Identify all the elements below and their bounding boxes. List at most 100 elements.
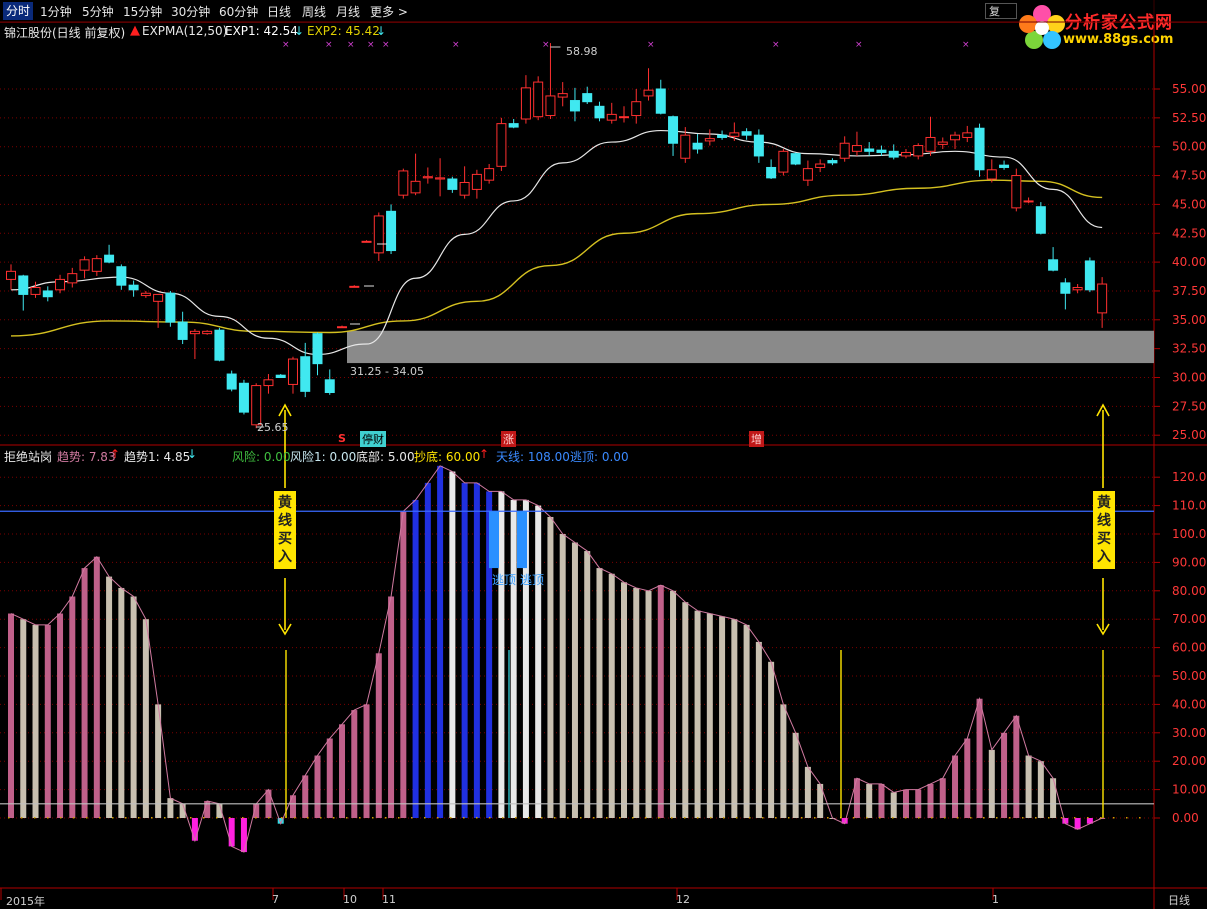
- price-tick-label: 42.50: [1172, 226, 1206, 240]
- zero-dot: [528, 817, 530, 819]
- zero-dot: [801, 817, 803, 819]
- zero-dot: [190, 817, 192, 819]
- event-x-marker: ×: [647, 40, 655, 50]
- candle-body-down: [226, 373, 237, 390]
- date-year-label: 2015年: [6, 895, 45, 908]
- indicator-bar: [437, 465, 444, 818]
- zero-dot: [307, 817, 309, 819]
- price-tick-label: 30.00: [1172, 371, 1206, 385]
- zero-dot: [957, 817, 959, 819]
- candle-body-up: [349, 285, 360, 288]
- candle-body-up: [202, 330, 213, 335]
- indicator-tick-label: 70.00: [1172, 612, 1206, 626]
- price-tick-label: 25.00: [1172, 428, 1206, 442]
- tianxian-value: 天线: 108.00: [496, 450, 570, 464]
- escape-bar: [489, 511, 499, 569]
- indicator-bar: [682, 602, 689, 818]
- zero-dot: [151, 817, 153, 819]
- zero-dot: [775, 817, 777, 819]
- price-tick-label: 50.00: [1172, 140, 1206, 154]
- candle-body-up: [778, 150, 789, 173]
- indicator-bar: [44, 624, 51, 818]
- indicator-bar: [388, 596, 395, 818]
- indicator-tick-label: 0.00: [1172, 811, 1199, 825]
- candle-body-up: [140, 292, 151, 297]
- zero-dot: [892, 817, 894, 819]
- zero-dot: [34, 817, 36, 819]
- zero-dot: [268, 817, 270, 819]
- event-s-mark[interactable]: S: [336, 432, 348, 445]
- indicator-bar: [731, 619, 738, 818]
- indicator-title: 拒绝站岗: [4, 450, 53, 464]
- indicator-bar: [719, 616, 726, 818]
- zero-dot: [996, 817, 998, 819]
- zero-dot: [502, 817, 504, 819]
- indicator-bar: [743, 624, 750, 818]
- candle-body-down: [594, 105, 605, 119]
- indicator-bar: [81, 568, 88, 818]
- candle-body-up: [802, 168, 813, 181]
- candle-body-down: [974, 127, 985, 171]
- event-x-marker: ×: [382, 40, 390, 50]
- zero-dot: [1048, 817, 1050, 819]
- indicator-bar: [952, 755, 959, 818]
- indicator-bar: [792, 732, 799, 818]
- zero-dot: [1074, 817, 1076, 819]
- indicator-bar: [289, 795, 296, 818]
- escape-label-2: 逃顶: [520, 573, 545, 587]
- candle-body-down: [324, 379, 335, 394]
- event-tingcai-mark[interactable]: 停财: [360, 431, 386, 447]
- candle-body-up: [484, 168, 495, 181]
- price-tick-label: 52.50: [1172, 111, 1206, 125]
- candle-body-down: [717, 134, 728, 138]
- candle-body-up: [619, 116, 629, 119]
- indicator-bar: [768, 661, 775, 818]
- indicator-bar: [1074, 818, 1081, 830]
- indicator-bar: [670, 590, 677, 818]
- down-arrow-icon: ↓: [376, 24, 387, 38]
- indicator-bar: [240, 818, 247, 853]
- zero-dot: [736, 817, 738, 819]
- candle-body-up: [950, 134, 961, 141]
- candle-body-up: [496, 123, 507, 167]
- date-month-11: 11: [382, 893, 396, 906]
- escape-bar: [517, 511, 527, 569]
- indicator-bar: [866, 783, 873, 818]
- indicator-tick-label: 90.00: [1172, 555, 1206, 569]
- event-x-marker: ×: [855, 40, 863, 50]
- zero-dot: [450, 817, 452, 819]
- date-month-1: 1: [992, 893, 999, 906]
- candle-body-down: [300, 356, 311, 392]
- zero-dot: [1022, 817, 1024, 819]
- zero-dot: [216, 817, 218, 819]
- indicator-bar: [780, 704, 787, 818]
- zero-dot: [879, 817, 881, 819]
- bottom-value: 底部: 5.00: [356, 450, 415, 464]
- zero-dot: [983, 817, 985, 819]
- indicator-axis: 120.0 110.0 100.0 90.00 80.00 70.00 60.00 50.00…: [1154, 470, 1206, 825]
- risk-value: 风险: 0.00: [232, 450, 291, 464]
- zero-dot: [138, 817, 140, 819]
- trend1-value: 趋势1: 4.85: [124, 450, 191, 464]
- indicator-bar: [424, 482, 431, 818]
- zero-dot: [21, 817, 23, 819]
- event-zhang-mark[interactable]: 涨: [501, 431, 516, 447]
- candle-body-up: [459, 181, 470, 196]
- event-zeng-mark[interactable]: 增: [749, 431, 764, 447]
- indicator-bar: [535, 505, 542, 818]
- event-x-marker: ×: [452, 40, 460, 50]
- indicator-bar: [228, 818, 235, 847]
- zero-dot: [203, 817, 205, 819]
- candle-body-up: [986, 169, 997, 180]
- candle-body-down: [668, 116, 679, 144]
- candle-body-up: [557, 93, 568, 98]
- indicator-bar: [706, 613, 713, 818]
- zero-dot: [619, 817, 621, 819]
- candle-body-up: [337, 326, 348, 329]
- zero-dot: [944, 817, 946, 819]
- period-label: 日线: [1168, 894, 1190, 907]
- zero-dot: [281, 817, 283, 819]
- zero-dot: [671, 817, 673, 819]
- indicator-bar: [890, 792, 897, 818]
- candle-body-down: [741, 131, 752, 136]
